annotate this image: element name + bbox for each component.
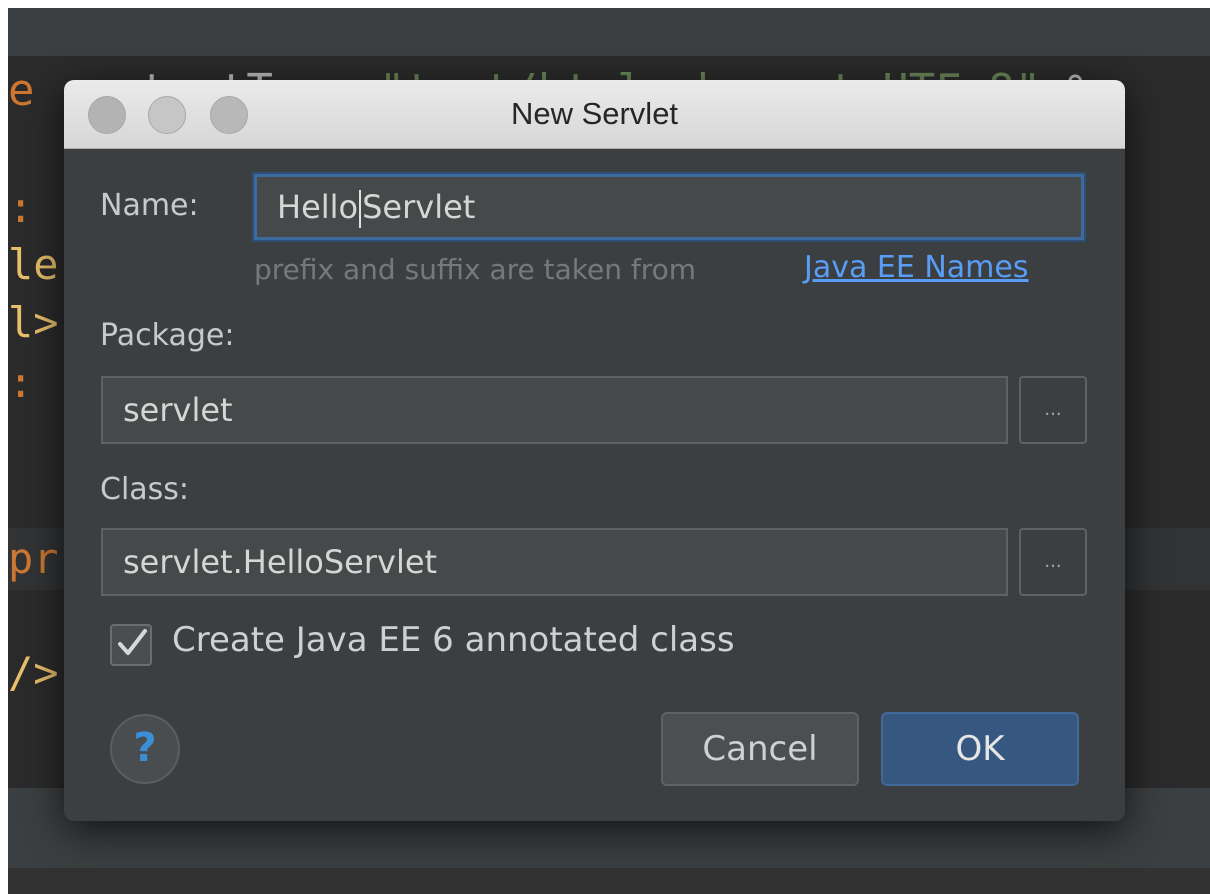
checkmark-icon	[118, 629, 147, 655]
name-input-text-after-caret: Servlet	[362, 188, 476, 226]
package-browse-button[interactable]: ...	[1019, 376, 1087, 444]
gutter-fragment: :	[8, 358, 34, 407]
gutter-fragment: pr	[8, 534, 59, 583]
dialog-titlebar[interactable]: New Servlet	[64, 80, 1125, 149]
package-label: Package:	[100, 318, 235, 353]
package-input[interactable]: servlet	[101, 376, 1008, 444]
cancel-button[interactable]: Cancel	[661, 712, 859, 786]
dialog-title: New Servlet	[510, 96, 679, 131]
annotated-class-checkbox-label[interactable]: Create Java EE 6 annotated class	[172, 620, 735, 660]
annotated-class-checkbox[interactable]	[110, 624, 152, 666]
new-servlet-dialog: New Servlet Name: Hello Servlet prefix an…	[64, 80, 1125, 821]
editor-status-bar	[8, 868, 1210, 894]
ok-button[interactable]: OK	[881, 712, 1079, 786]
gutter-fragment: le	[8, 240, 59, 289]
gutter-fragment: :	[8, 183, 34, 232]
text-caret	[359, 190, 362, 228]
gutter-fragment: l>	[8, 298, 59, 347]
class-label: Class:	[100, 472, 190, 507]
name-input-text-before-caret: Hello	[277, 188, 359, 226]
name-hint-text: prefix and suffix are taken from	[254, 253, 697, 286]
java-ee-names-link[interactable]: Java EE Names	[804, 250, 1029, 285]
class-input[interactable]: servlet.HelloServlet	[101, 528, 1008, 596]
class-browse-button[interactable]: ...	[1019, 528, 1087, 596]
help-icon[interactable]: ?	[110, 714, 180, 784]
gutter-fragment: />	[8, 648, 59, 697]
name-input[interactable]: Hello Servlet	[254, 174, 1084, 240]
editor-tab-bar	[8, 8, 1210, 56]
name-label: Name:	[100, 188, 199, 223]
